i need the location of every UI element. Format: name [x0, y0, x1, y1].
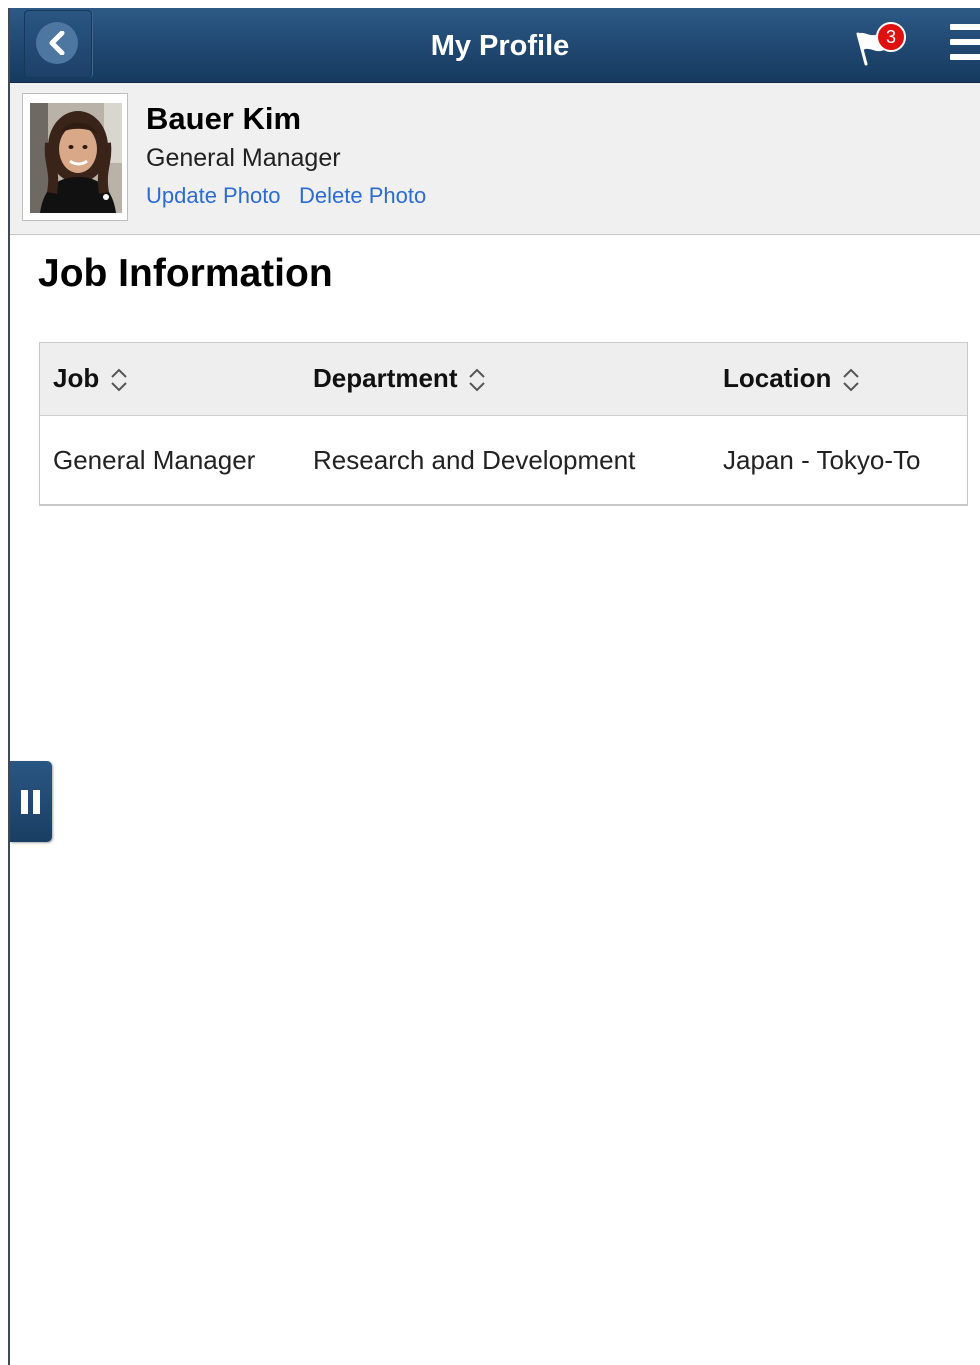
update-photo-link[interactable]: Update Photo: [146, 183, 281, 209]
cell-location: Japan - Tokyo-To: [723, 445, 921, 475]
top-margin: [0, 0, 980, 8]
column-header-location[interactable]: Location: [723, 363, 861, 394]
delete-photo-link[interactable]: Delete Photo: [299, 183, 426, 209]
section-heading: Job Information: [38, 252, 333, 295]
chevron-left-icon: [36, 22, 78, 64]
employee-name: Bauer Kim: [146, 101, 302, 136]
sort-icon: [111, 368, 127, 392]
cell-department: Research and Development: [313, 445, 636, 475]
table-header-row: Job Department Location: [40, 343, 967, 416]
side-panel-toggle[interactable]: [10, 761, 52, 842]
avatar: [30, 103, 122, 213]
sort-icon: [469, 368, 486, 392]
cell-job: General Manager: [53, 445, 256, 475]
profile-header: Bauer Kim General Manager Update Photo D…: [10, 83, 980, 235]
notifications-button[interactable]: 3: [848, 20, 910, 70]
sort-icon: [843, 368, 860, 392]
page: My Profile 3 Bauer Kim General Manager U…: [0, 0, 980, 1365]
column-header-job[interactable]: Job: [53, 363, 129, 394]
notification-count-badge: 3: [876, 22, 906, 52]
profile-photo: [22, 93, 128, 221]
job-information-table: Job Department Location General Manager …: [39, 342, 968, 506]
back-button[interactable]: [24, 10, 92, 78]
header-banner: My Profile 3: [10, 8, 980, 83]
employee-job-title: General Manager: [146, 144, 341, 172]
column-header-department[interactable]: Department: [313, 363, 487, 394]
page-title: My Profile: [430, 30, 570, 62]
menu-button[interactable]: [942, 22, 980, 66]
